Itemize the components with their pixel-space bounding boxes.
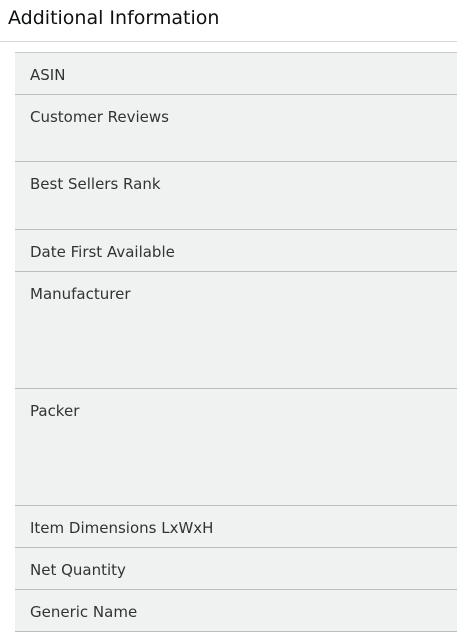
detail-row-customer-reviews: Customer Reviews: [15, 95, 457, 162]
section-divider: [0, 41, 457, 42]
detail-row-packer: Packer: [15, 389, 457, 506]
detail-label-date-first-available: Date First Available: [30, 243, 175, 261]
section-title: Additional Information: [8, 7, 220, 29]
detail-label-best-sellers-rank: Best Sellers Rank: [30, 175, 161, 193]
detail-row-item-dimensions: Item Dimensions LxWxH: [15, 506, 457, 548]
detail-label-customer-reviews: Customer Reviews: [30, 108, 169, 126]
detail-label-net-quantity: Net Quantity: [30, 561, 126, 579]
detail-row-manufacturer: Manufacturer: [15, 272, 457, 389]
detail-row-net-quantity: Net Quantity: [15, 548, 457, 590]
detail-label-generic-name: Generic Name: [30, 603, 138, 621]
detail-label-asin: ASIN: [30, 66, 66, 84]
detail-label-item-dimensions: Item Dimensions LxWxH: [30, 519, 214, 537]
detail-label-manufacturer: Manufacturer: [30, 285, 131, 303]
detail-row-best-sellers-rank: Best Sellers Rank: [15, 162, 457, 230]
detail-row-date-first-available: Date First Available: [15, 230, 457, 272]
detail-label-packer: Packer: [30, 402, 80, 420]
detail-row-generic-name: Generic Name: [15, 590, 457, 632]
detail-row-asin: ASIN: [15, 53, 457, 95]
product-details-table: ASIN Customer Reviews Best Sellers Rank …: [15, 52, 457, 632]
